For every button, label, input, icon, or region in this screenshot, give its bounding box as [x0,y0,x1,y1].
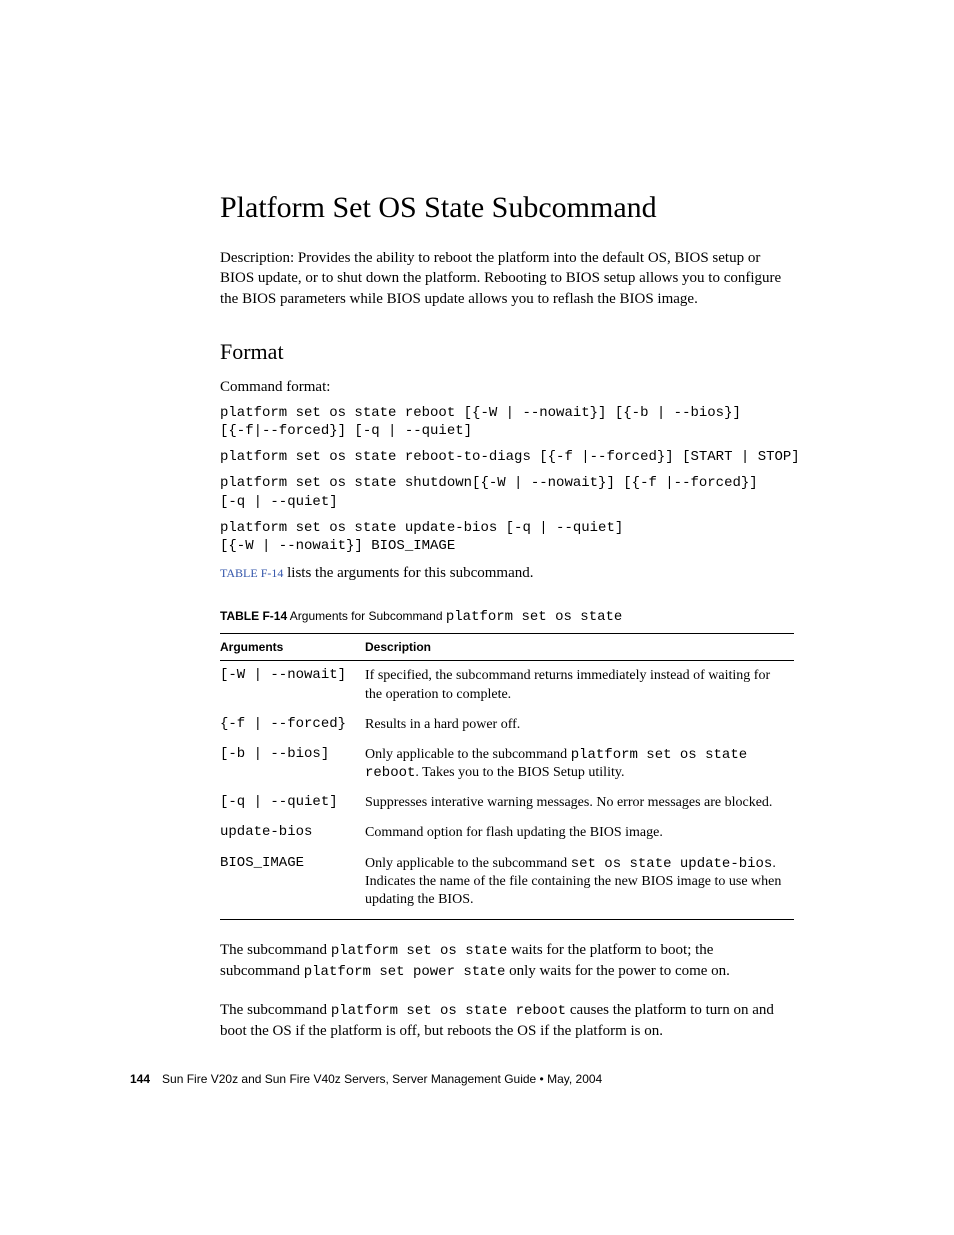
arg-cell: {-f | --forced} [220,710,365,740]
desc-cell: If specified, the subcommand returns imm… [365,661,794,710]
desc-cell: Only applicable to the subcommand platfo… [365,740,794,788]
page-footer: 144 Sun Fire V20z and Sun Fire V40z Serve… [130,1072,602,1086]
p2-t1: The subcommand [220,1002,331,1018]
table-caption: TABLE F-14 Arguments for Subcommand plat… [220,609,794,625]
p1-c2: platform set power state [304,964,506,980]
table-header-description: Description [365,634,794,661]
arg-cell: [-q | --quiet] [220,788,365,818]
desc-pre: Suppresses interative warning messages. … [365,795,772,810]
section-heading: Platform Set OS State Subcommand [220,190,794,226]
table-row: BIOS_IMAGE Only applicable to the subcom… [220,849,794,920]
table-header-arguments: Arguments [220,634,365,661]
desc-cell: Command option for flash updating the BI… [365,818,794,848]
table-reference-link[interactable]: TABLE F-14 [220,566,283,580]
desc-pre: Results in a hard power off. [365,717,520,732]
desc-pre: Command option for flash updating the BI… [365,825,663,840]
desc-post: . Takes you to the BIOS Setup utility. [415,765,624,780]
desc-cell: Results in a hard power off. [365,710,794,740]
table-row: {-f | --forced} Results in a hard power … [220,710,794,740]
code-line-3: platform set os state shutdown[{-W | --n… [220,474,794,510]
format-heading: Format [220,339,794,365]
table-row: [-W | --nowait] If specified, the subcom… [220,661,794,710]
table-caption-mid: Arguments for Subcommand [287,609,446,623]
description-paragraph: Description: Provides the ability to reb… [220,248,794,309]
table-reference-sentence: TABLE F-14 lists the arguments for this … [220,563,794,583]
table-caption-lead: TABLE F-14 [220,609,287,623]
desc-mono: set os state update-bios [571,856,773,872]
p1-c1: platform set os state [331,943,507,959]
desc-pre: Only applicable to the subcommand [365,856,571,871]
table-row: [-b | --bios] Only applicable to the sub… [220,740,794,788]
note-paragraph-1: The subcommand platform set os state wai… [220,940,794,982]
arguments-table: Arguments Description [-W | --nowait] If… [220,633,794,920]
page-number: 144 [130,1072,150,1086]
table-header-row: Arguments Description [220,634,794,661]
table-reference-rest: lists the arguments for this subcommand. [283,565,533,581]
table-row: [-q | --quiet] Suppresses interative war… [220,788,794,818]
table-row: update-bios Command option for flash upd… [220,818,794,848]
p1-t3: only waits for the power to come on. [505,963,730,979]
p1-t1: The subcommand [220,942,331,958]
page-content: Platform Set OS State Subcommand Descrip… [0,0,954,1041]
desc-cell: Suppresses interative warning messages. … [365,788,794,818]
arg-cell: BIOS_IMAGE [220,849,365,920]
arg-cell: [-W | --nowait] [220,661,365,710]
desc-pre: Only applicable to the subcommand [365,747,571,762]
code-line-4: platform set os state update-bios [-q | … [220,519,794,555]
note-paragraph-2: The subcommand platform set os state reb… [220,1000,794,1041]
p2-c1: platform set os state reboot [331,1003,566,1019]
code-line-1: platform set os state reboot [{-W | --no… [220,404,794,440]
command-format-label: Command format: [220,379,794,396]
desc-pre: If specified, the subcommand returns imm… [365,668,770,701]
table-caption-code: platform set os state [446,609,622,625]
arg-cell: update-bios [220,818,365,848]
code-line-2: platform set os state reboot-to-diags [{… [220,448,794,466]
arg-cell: [-b | --bios] [220,740,365,788]
desc-cell: Only applicable to the subcommand set os… [365,849,794,920]
footer-text: Sun Fire V20z and Sun Fire V40z Servers,… [162,1072,602,1086]
